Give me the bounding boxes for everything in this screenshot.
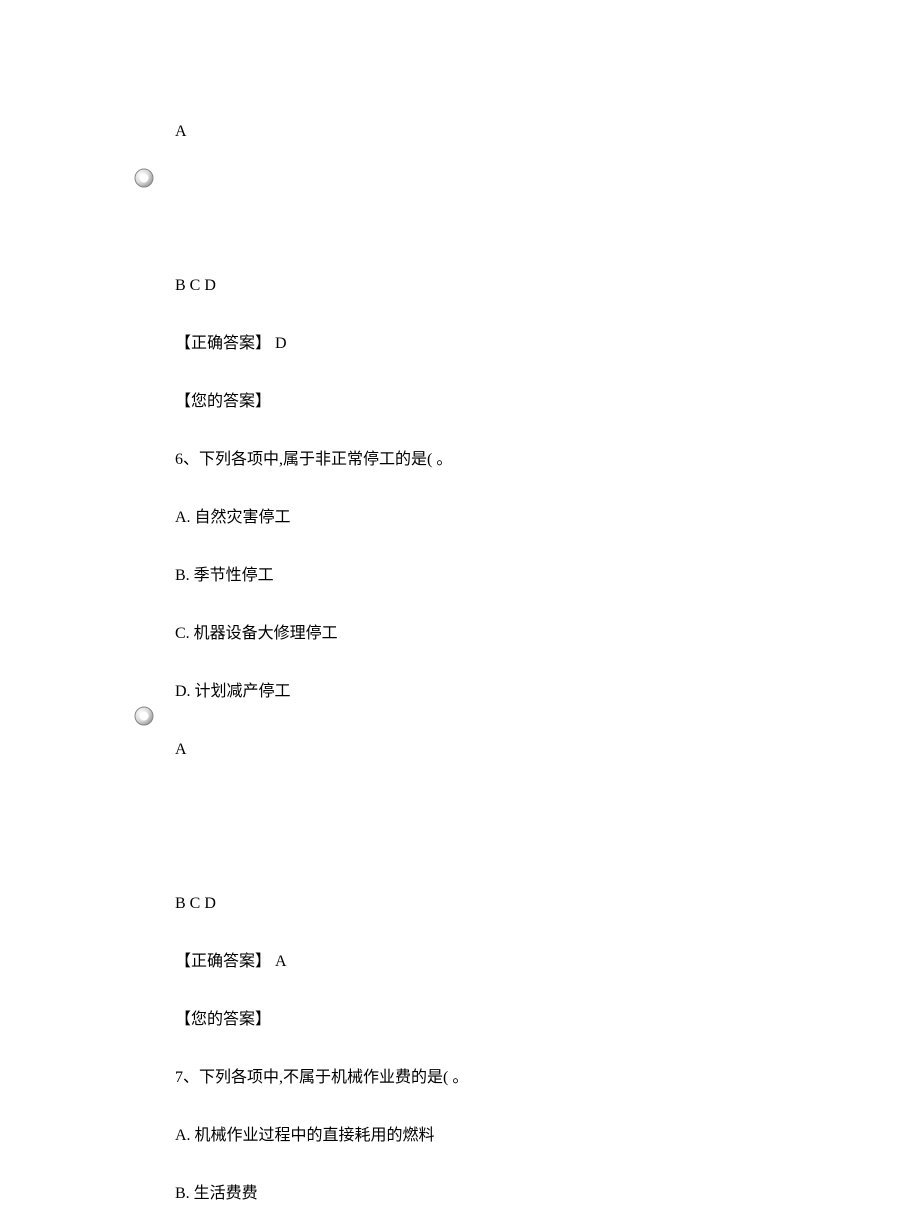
radio-icon[interactable] bbox=[133, 705, 155, 727]
question-stem: 6、下列各项中,属于非正常停工的是( 。 bbox=[175, 448, 920, 472]
your-answer: 【您的答案】 bbox=[175, 390, 920, 414]
your-answer: 【您的答案】 bbox=[175, 1008, 920, 1032]
option-letter-a: A bbox=[175, 738, 920, 762]
correct-answer: 【正确答案】 D bbox=[175, 332, 920, 356]
option-c: C. 机器设备大修理停工 bbox=[175, 622, 920, 646]
radio-icon[interactable] bbox=[133, 167, 155, 189]
option-d: D. 计划减产停工 bbox=[175, 680, 920, 704]
option-letter-a: A bbox=[175, 120, 920, 144]
option-letters-bcd: B C D bbox=[175, 892, 920, 916]
option-letters-bcd: B C D bbox=[175, 274, 920, 298]
correct-answer: 【正确答案】 A bbox=[175, 950, 920, 974]
option-a: A. 机械作业过程中的直接耗用的燃料 bbox=[175, 1124, 920, 1148]
question-stem: 7、下列各项中,不属于机械作业费的是( 。 bbox=[175, 1066, 920, 1090]
option-a: A. 自然灾害停工 bbox=[175, 506, 920, 530]
option-b: B. 季节性停工 bbox=[175, 564, 920, 588]
option-b: B. 生活费费 bbox=[175, 1182, 920, 1206]
